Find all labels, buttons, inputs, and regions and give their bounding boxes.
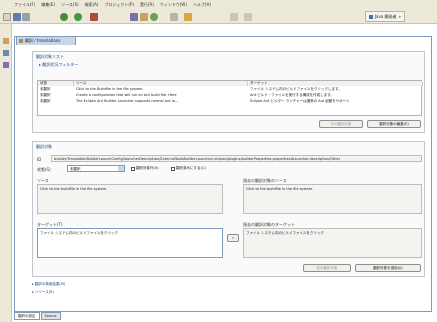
outline-icon[interactable]	[3, 50, 9, 56]
ref-source-text[interactable]: Click to the buildfile in the file syste…	[243, 184, 422, 214]
menu-file[interactable]: ファイル(F)	[14, 2, 35, 8]
table-row[interactable]: 未翻訳 Create a configuration that will run…	[38, 93, 421, 98]
translation-detail-title[interactable]: 翻訳対象	[36, 144, 52, 150]
state-select-value: 未翻訳	[70, 167, 81, 171]
row-state: 未翻訳	[40, 93, 51, 97]
copy-to-target-button[interactable]: «	[227, 234, 239, 242]
new-java-project-icon[interactable]	[130, 13, 138, 21]
chevron-down-icon	[118, 166, 124, 171]
prev-target-button[interactable]: 前の翻訳対象	[303, 264, 351, 272]
save-icon[interactable]	[13, 13, 21, 21]
mark-translated-checkbox-box	[171, 166, 175, 171]
back-icon[interactable]	[230, 13, 238, 21]
menu-source[interactable]: ソース(S)	[61, 2, 78, 8]
chevron-right-icon: »	[398, 14, 401, 19]
target-textarea[interactable]: ファイル システム内のビルドファイルをクリック	[37, 228, 223, 258]
translation-detail-section: 翻訳対象 ID builder/TranslationBuilderLaunch…	[32, 141, 425, 277]
new-package-icon[interactable]	[140, 13, 148, 21]
menu-bar: ファイル(F) 編集(E) ソース(S) 検索(A) プロジェクト(P) 実行(…	[0, 0, 437, 10]
apply-target-button[interactable]: 翻訳対象を適用(A)	[355, 264, 421, 272]
translation-table[interactable]: 状態 ソース ターゲット 未翻訳 Click to the Buildfile …	[37, 80, 423, 116]
forward-icon[interactable]	[244, 13, 252, 21]
menu-help[interactable]: ヘルプ(H)	[193, 2, 211, 8]
perspective-switcher[interactable]: Java 開発者 »	[364, 11, 405, 22]
table-row[interactable]: 未翻訳 Click to the Buildfile in the file s…	[38, 87, 421, 92]
mark-translated-checkbox-label: 翻訳済みにする(C)	[176, 166, 206, 170]
print-icon[interactable]	[22, 13, 30, 21]
resources-toggle[interactable]: ▸ リソース(R)	[32, 289, 54, 295]
column-header-state[interactable]: 状態	[38, 81, 74, 86]
editor-bottom-tabs: 翻訳の設定 Source	[14, 312, 61, 320]
left-trim-bar	[0, 24, 12, 322]
menu-window[interactable]: ウィンドウ(W)	[160, 2, 187, 8]
state-label: 状態(S)	[37, 167, 51, 172]
hierarchy-icon[interactable]	[3, 62, 9, 68]
search-results-label: ▸ 翻訳の検索結果(M)	[32, 281, 66, 286]
translation-list-title[interactable]: 翻訳対象リスト	[36, 54, 64, 60]
exclude-checkbox-label: 翻訳対象外(X)	[136, 166, 159, 170]
editor-tab[interactable]: 翻訳 / translations	[16, 36, 76, 45]
exclude-checkbox[interactable]: 翻訳対象外(X)	[131, 166, 159, 171]
row-source: Create a configuration that will run an …	[76, 93, 177, 97]
source-text[interactable]: Click to the buildfile in the file syste…	[37, 184, 223, 214]
perspective-label: Java 開発者	[374, 13, 397, 19]
search-results-toggle[interactable]: ▸ 翻訳の検索結果(M)	[32, 281, 65, 287]
menu-project[interactable]: プロジェクト(P)	[104, 2, 134, 8]
column-header-target[interactable]: ターゲット	[248, 81, 423, 86]
row-target: ファイル システム内のビルドファイルをクリックします。	[250, 87, 342, 91]
menu-run[interactable]: 実行(R)	[140, 2, 154, 8]
row-source: The Eclipse Ant Builder Launcher support…	[76, 99, 179, 103]
mark-translated-checkbox[interactable]: 翻訳済みにする(C)	[171, 166, 206, 171]
new-class-icon[interactable]	[150, 13, 158, 21]
package-explorer-icon[interactable]	[3, 38, 9, 44]
status-filter-toggle[interactable]: ▸ 翻訳状況フィルター	[39, 62, 78, 68]
run-icon[interactable]	[74, 13, 82, 21]
menu-search[interactable]: 検索(A)	[85, 2, 99, 8]
java-perspective-icon	[368, 14, 373, 19]
row-source: Click to the Buildfile in the file syste…	[76, 87, 144, 91]
state-select[interactable]: 未翻訳	[67, 165, 125, 172]
menu-edit[interactable]: 編集(E)	[41, 2, 55, 8]
row-state: 未翻訳	[40, 87, 51, 91]
next-target-button[interactable]: 次の翻訳対象	[319, 120, 363, 128]
ref-target-text[interactable]: ファイル システム内のビルドファイルをクリック	[243, 228, 422, 258]
id-label: ID	[37, 157, 42, 162]
search-icon[interactable]	[184, 13, 192, 21]
row-target: Ant ビルド・ファイルを実行する構成を作成します。	[250, 93, 334, 97]
debug-icon[interactable]	[60, 13, 68, 21]
properties-file-icon	[19, 39, 23, 43]
id-field[interactable]: builder/TranslationBuilderLaunchConfig/l…	[51, 155, 422, 162]
row-target: Eclipse Ant ビルダー ランチャーは通常の Ant 起動をサポート	[250, 99, 350, 103]
translation-list-section: 翻訳対象リスト ▸ 翻訳状況フィルター 状態 ソース ターゲット 未翻訳 Cli…	[32, 51, 425, 133]
edit-target-button[interactable]: 翻訳対象の編集(E)	[367, 120, 421, 128]
tab-translation-settings[interactable]: 翻訳の設定	[14, 312, 40, 320]
row-state: 未翻訳	[40, 99, 51, 103]
resources-label: ▸ リソース(R)	[32, 289, 54, 294]
new-icon[interactable]	[3, 13, 11, 21]
exclude-checkbox-box	[131, 166, 135, 171]
external-tools-icon[interactable]	[90, 13, 98, 21]
column-header-source[interactable]: ソース	[74, 81, 248, 86]
tab-source[interactable]: Source	[40, 312, 61, 320]
table-row[interactable]: 未翻訳 The Eclipse Ant Builder Launcher sup…	[38, 99, 421, 104]
open-type-icon[interactable]	[170, 13, 178, 21]
editor-tab-label: 翻訳 / translations	[25, 38, 61, 43]
